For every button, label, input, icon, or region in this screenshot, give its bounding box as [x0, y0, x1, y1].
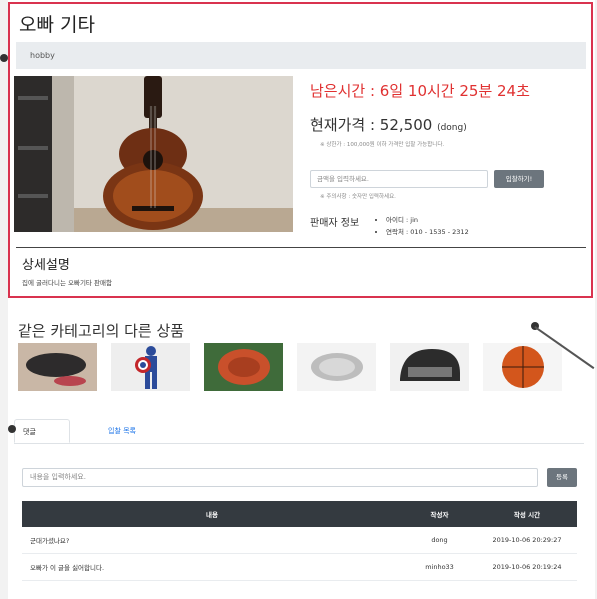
comment-author: dong [402, 527, 477, 554]
comment-content: 군대가셨나요? [22, 527, 402, 554]
baseball-glove-thumbnail [204, 343, 283, 391]
tab-comments[interactable]: 댓글 [14, 419, 70, 443]
comment-time: 2019-10-06 20:29:27 [477, 527, 577, 554]
comments-table: 내용 작성자 작성 시간 군대가셨나요? dong 2019-10-06 20:… [22, 501, 577, 581]
paper-clips-thumbnail [297, 343, 376, 391]
basketball-thumbnail [483, 343, 562, 391]
bag-thumbnail [18, 343, 97, 391]
guitar-photo [14, 76, 293, 232]
related-item-figure[interactable] [111, 343, 190, 391]
price-unit: (dong) [437, 123, 467, 133]
current-price: 현재가격 : 52,500 (dong) [310, 114, 467, 135]
annotation-dot [8, 425, 16, 433]
related-item-helmet[interactable] [390, 343, 469, 391]
related-products-heading: 같은 카테고리의 다른 상품 [18, 322, 185, 340]
related-item-bag[interactable] [18, 343, 97, 391]
header-content: 내용 [22, 501, 402, 527]
seller-info-label: 판매자 정보 [310, 218, 360, 229]
bid-caution-note: ※ 주의사항 : 숫자만 입력하세요. [320, 194, 396, 200]
price-value: 현재가격 : 52,500 [310, 116, 433, 134]
annotation-dot [0, 54, 8, 62]
product-card: 오빠 기타 hobby 남은시간: 6일 10시간 25분 24초 현재가격 … [8, 2, 593, 298]
price-limit-note: ※ 상한가 : 100,000원 이하 가격만 입찰 가능합니다. [320, 142, 445, 148]
bid-button[interactable]: 입찰하기! [494, 170, 544, 188]
header-author: 작성자 [402, 501, 477, 527]
comment-submit-button[interactable]: 등록 [547, 468, 577, 487]
helmet-thumbnail [390, 343, 469, 391]
table-header-row: 내용 작성자 작성 시간 [22, 501, 577, 527]
detail-heading: 상세설명 [22, 258, 70, 273]
related-item-glove[interactable] [204, 343, 283, 391]
detail-description: 집에 굴러다니는 오빠기타 판매함 [22, 279, 112, 287]
header-time: 작성 시간 [477, 501, 577, 527]
seller-id: 아이디 : jin [386, 214, 469, 226]
comment-time: 2019-10-06 20:19:24 [477, 553, 577, 581]
related-item-basketball[interactable] [483, 343, 562, 391]
bid-amount-input[interactable]: 금액을 입력하세요. [310, 170, 488, 188]
divider [16, 247, 586, 248]
seller-info-list: 아이디 : jin 연락처 : 010 - 1535 - 2312 [376, 214, 469, 238]
category-breadcrumb[interactable]: hobby [16, 42, 586, 69]
seller-contact: 연락처 : 010 - 1535 - 2312 [386, 226, 469, 238]
table-row: 오빠가 이 글을 싫어합니다. minho33 2019-10-06 20:19… [22, 553, 577, 581]
tab-bar: 댓글 입찰 목록 [14, 419, 584, 444]
page: 오빠 기타 hobby 남은시간: 6일 10시간 25분 24초 현재가격 … [8, 0, 595, 599]
comment-input[interactable]: 내용을 입력하세요. [22, 468, 538, 487]
product-title: 오빠 기타 [19, 14, 95, 36]
comment-author: minho33 [402, 553, 477, 581]
related-item-clips[interactable] [297, 343, 376, 391]
comment-content: 오빠가 이 글을 싫어합니다. [22, 553, 402, 581]
time-left: 남은시간 : 6일 10시간 25분 24초 [310, 82, 530, 100]
table-row: 군대가셨나요? dong 2019-10-06 20:29:27 [22, 527, 577, 554]
captain-america-figure-thumbnail [111, 343, 190, 391]
tab-bids[interactable]: 입찰 목록 [100, 419, 144, 443]
product-image [14, 76, 293, 232]
